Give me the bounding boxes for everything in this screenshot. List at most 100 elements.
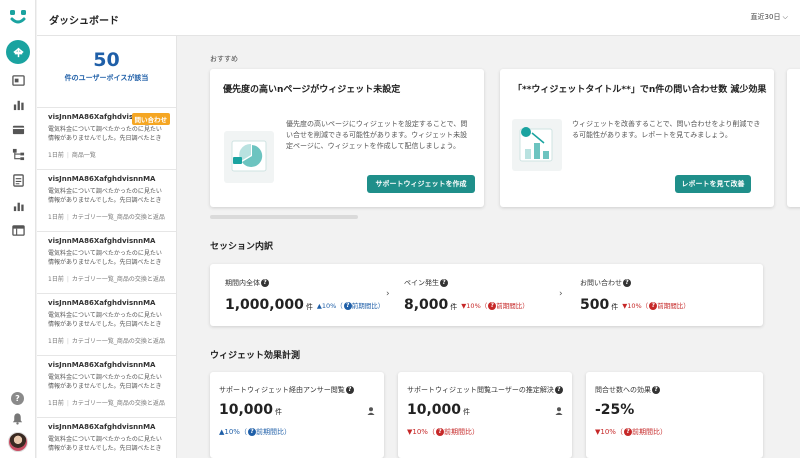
voice-list-item[interactable]: visJnnMA86XafghdvisnnMA86Xaf 電気料金について調べた… [37, 232, 176, 294]
report-illustration-icon [512, 119, 562, 171]
pie-chart-illustration-icon [224, 131, 274, 183]
main-content: おすすめ 優先度の高いnページがウィジェット未設定 優先度の高いページにウィジェ… [177, 36, 800, 458]
notification-bell-icon[interactable] [11, 412, 24, 425]
delta-badge: ▲10%（? 前期間比） [219, 428, 291, 436]
user-voice-panel: 50 件のユーザーボイスが該当 visJnnMA86XafghdvisnnMA8… [37, 36, 177, 458]
nav-flow-icon[interactable] [10, 146, 26, 162]
voice-meta: 1日前 | 商品一覧 [48, 152, 96, 159]
recommend-card-title: 「**ウィジェットタイトル**」でn件の問い合わせ数 減少効果 [513, 85, 767, 95]
help-question-icon[interactable]: ? [440, 279, 448, 287]
voice-text: 電気料金について調べたかったのに見たい情報がありませんでした。先日調べたときも、 [48, 126, 162, 142]
widget-stat-label: サポートウィジェット経由アンサー閲覧? [219, 385, 354, 395]
nav-table-icon[interactable] [10, 222, 26, 238]
widget-stat-card: 問合せ数への効果? -25% ▼10%（? 前期間比） [586, 372, 763, 458]
recommend-card-widget[interactable]: 優先度の高いnページがウィジェット未設定 優先度の高いページにウィジェットを設定… [210, 69, 484, 207]
top-header: ダッシュボード 直近30日 ⌵ [37, 0, 800, 36]
voice-text: 電気料金について調べたかったのに見たい情報がありませんでした。先日調べたときも、 [48, 374, 162, 390]
voice-text: 電気料金について調べたかったのに見たい情報がありませんでした。先日調べたときも、 [48, 312, 162, 328]
recommend-card-desc: 優先度の高いページにウィジェットを設定することで、問い合せを削減できる可能性があ… [286, 120, 468, 150]
voice-list-item[interactable]: visJnnMA86XafghdvisnnMA86Xaf 電気料金について調べた… [37, 170, 176, 232]
create-support-widget-button[interactable]: サポートウィジェットを作成 [367, 175, 475, 193]
side-nav-rail: ? [0, 0, 36, 458]
recommend-scrollbar[interactable] [210, 215, 358, 219]
session-stat-value: 8,000 件 ▼10%（? 前期間比） [404, 297, 529, 313]
help-question-icon[interactable]: ? [623, 279, 631, 287]
voice-id: visJnnMA86XafghdvisnnMA86Xaf [48, 361, 156, 369]
widget-stat-card: サポートウィジェット経由アンサー閲覧? 10,000 件 ▲10%（? 前期間比） [210, 372, 384, 458]
voice-list: visJnnMA86XafghdvisnnMA86Xaf 問い合わせ 電気料金に… [37, 108, 176, 458]
session-stat-value: 500 件 ▼10%（? 前期間比） [580, 297, 690, 313]
voice-list-item[interactable]: visJnnMA86XafghdvisnnMA86Xaf 電気料金について調べた… [37, 356, 176, 418]
page-title: ダッシュボード [49, 16, 119, 27]
voice-page: カテゴリー一覧_商品の交換と返品 [71, 400, 165, 407]
chevron-right-icon: › [559, 289, 563, 299]
recommend-card-report[interactable]: 「**ウィジェットタイトル**」でn件の問い合わせ数 減少効果 ウィジェットを改… [500, 69, 774, 207]
recommend-card-desc: ウィジェットを改善することで、問い合わせをより削減できる可能性があります。レポー… [572, 120, 761, 139]
voice-id: visJnnMA86XafghdvisnnMA86Xaf [48, 299, 156, 307]
widget-stat-label: 問合せ数への効果? [595, 385, 660, 395]
widget-section-title: ウィジェット効果計測 [210, 351, 301, 361]
inquiry-badge: 問い合わせ [131, 113, 170, 125]
voice-summary: 50 件のユーザーボイスが該当 [37, 36, 176, 108]
session-breakdown-card: 期間内全体? 1,000,000 件 ▲10%（? 前期間比） › ペイン発生? 8,… [210, 264, 763, 326]
widget-stat-value: -25% [595, 402, 635, 418]
voice-text: 電気料金について調べたかったのに見たい情報がありませんでした。先日調べたときも、 [48, 188, 162, 204]
delta-badge: ▼10%（? 前期間比） [595, 428, 667, 436]
voice-text: 電気料金について調べたかったのに見たい情報がありませんでした。先日調べたときも、 [48, 436, 162, 452]
person-icon [367, 407, 375, 415]
session-stat-value: 1,000,000 件 ▲10%（? 前期間比） [225, 297, 385, 313]
voice-page: 商品一覧 [71, 152, 96, 159]
widget-stat-value: 10,000 件 [219, 402, 283, 418]
help-question-icon[interactable]: ? [261, 279, 269, 287]
recommend-card-title: 優先度の高いnページがウィジェット未設定 [223, 85, 401, 95]
nav-card-icon[interactable] [10, 121, 26, 137]
voice-date: 1日前 [48, 338, 64, 345]
voice-meta: 1日前 | カテゴリー一覧_商品の交換と返品 [48, 400, 165, 407]
chevron-right-icon: › [386, 289, 390, 299]
nav-report-icon[interactable] [10, 197, 26, 213]
session-stat-label: ペイン発生? [404, 278, 448, 288]
session-section-title: セッション内訳 [210, 242, 274, 252]
voice-page: カテゴリー一覧_商品の交換と返品 [71, 338, 165, 345]
voice-date: 1日前 [48, 400, 64, 407]
delta-badge: ▲10%（? 前期間比） [316, 302, 385, 310]
nav-widget-icon[interactable] [10, 72, 26, 88]
voice-id: visJnnMA86XafghdvisnnMA86Xaf [48, 237, 156, 245]
voice-date: 1日前 [48, 276, 64, 283]
voice-id: visJnnMA86XafghdvisnnMA86Xaf [48, 423, 156, 431]
voice-text: 電気料金について調べたかったのに見たい情報がありませんでした。先日調べたときも、 [48, 250, 162, 266]
app-logo-icon[interactable] [8, 8, 28, 28]
voice-page: カテゴリー一覧_商品の交換と返品 [71, 276, 165, 283]
voice-meta: 1日前 | カテゴリー一覧_商品の交換と返品 [48, 338, 165, 345]
widget-stat-card: サポートウィジェット閲覧ユーザーの推定解決? 10,000 件 ▼10%（? 前期間… [398, 372, 572, 458]
view-report-button[interactable]: レポートを見て改善 [675, 175, 751, 193]
help-icon[interactable]: ? [11, 392, 24, 405]
user-avatar[interactable] [8, 432, 28, 452]
voice-meta: 1日前 | カテゴリー一覧_商品の交換と返品 [48, 276, 165, 283]
voice-meta: 1日前 | カテゴリー一覧_商品の交換と返品 [48, 214, 165, 221]
widget-stat-label: サポートウィジェット閲覧ユーザーの推定解決? [407, 385, 563, 395]
session-stat-label: お問い合わせ? [580, 278, 631, 288]
nav-dashboard-icon[interactable] [6, 40, 30, 64]
delta-badge: ▼10%（? 前期間比） [461, 302, 529, 310]
recommend-card-partial[interactable] [787, 69, 800, 207]
period-selector[interactable]: 直近30日 ⌵ [751, 12, 788, 22]
help-question-icon[interactable]: ? [652, 386, 660, 394]
delta-badge: ▼10%（? 前期間比） [407, 428, 479, 436]
voice-list-item[interactable]: visJnnMA86XafghdvisnnMA86Xaf 電気料金について調べた… [37, 418, 176, 458]
widget-stat-value: 10,000 件 [407, 402, 471, 418]
voice-page: カテゴリー一覧_商品の交換と返品 [71, 214, 165, 221]
voice-list-item[interactable]: visJnnMA86XafghdvisnnMA86Xaf 電気料金について調べた… [37, 294, 176, 356]
nav-document-icon[interactable] [10, 172, 26, 188]
recommend-label: おすすめ [210, 55, 238, 63]
voice-date: 1日前 [48, 152, 64, 159]
voice-id: visJnnMA86XafghdvisnnMA86Xaf [48, 175, 156, 183]
person-icon [555, 407, 563, 415]
nav-analytics-icon[interactable] [10, 96, 26, 112]
delta-badge: ▼10%（? 前期間比） [622, 302, 690, 310]
voice-count-label: 件のユーザーボイスが該当 [64, 74, 149, 82]
voice-list-item[interactable]: visJnnMA86XafghdvisnnMA86Xaf 問い合わせ 電気料金に… [37, 108, 176, 170]
help-question-icon[interactable]: ? [345, 386, 354, 394]
voice-count: 50 [93, 49, 120, 71]
help-question-icon[interactable]: ? [554, 386, 563, 394]
